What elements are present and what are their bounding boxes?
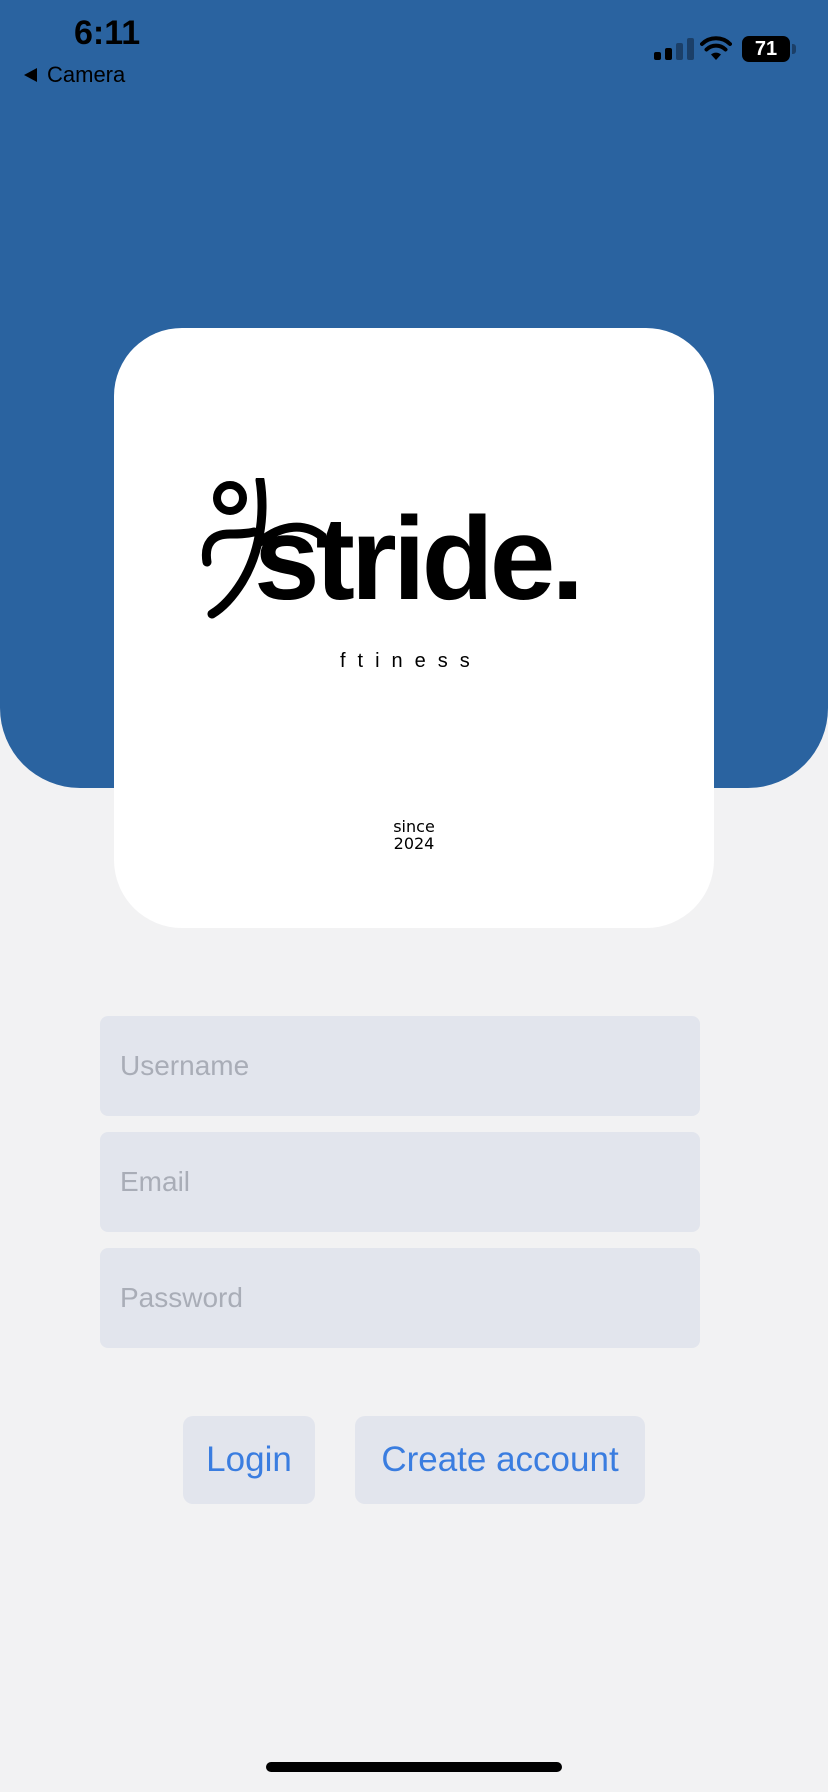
login-screen: 6:11 Camera 71 stride. ftiness since 202… xyxy=(0,0,828,1792)
password-field[interactable] xyxy=(100,1248,700,1348)
back-to-camera-link[interactable]: Camera xyxy=(24,62,125,88)
back-arrow-icon xyxy=(24,68,37,82)
create-account-button[interactable]: Create account xyxy=(355,1416,645,1504)
since-year: 2024 xyxy=(393,834,435,853)
back-link-label: Camera xyxy=(47,62,126,87)
battery-cap xyxy=(792,44,796,54)
login-button[interactable]: Login xyxy=(183,1416,315,1504)
cellular-signal-icon xyxy=(654,38,694,60)
logo-card: stride. ftiness since 2024 xyxy=(114,328,714,928)
email-field[interactable] xyxy=(100,1132,700,1232)
home-indicator xyxy=(266,1762,562,1772)
username-field[interactable] xyxy=(100,1016,700,1116)
since-label: since 2024 xyxy=(114,818,714,852)
logo-wordmark: stride. xyxy=(254,493,584,625)
wifi-icon xyxy=(700,36,732,60)
logo-subtitle: ftiness xyxy=(340,650,482,672)
status-time: 6:11 xyxy=(74,14,141,52)
since-text: since xyxy=(393,817,435,836)
battery-icon: 71 xyxy=(742,36,790,62)
